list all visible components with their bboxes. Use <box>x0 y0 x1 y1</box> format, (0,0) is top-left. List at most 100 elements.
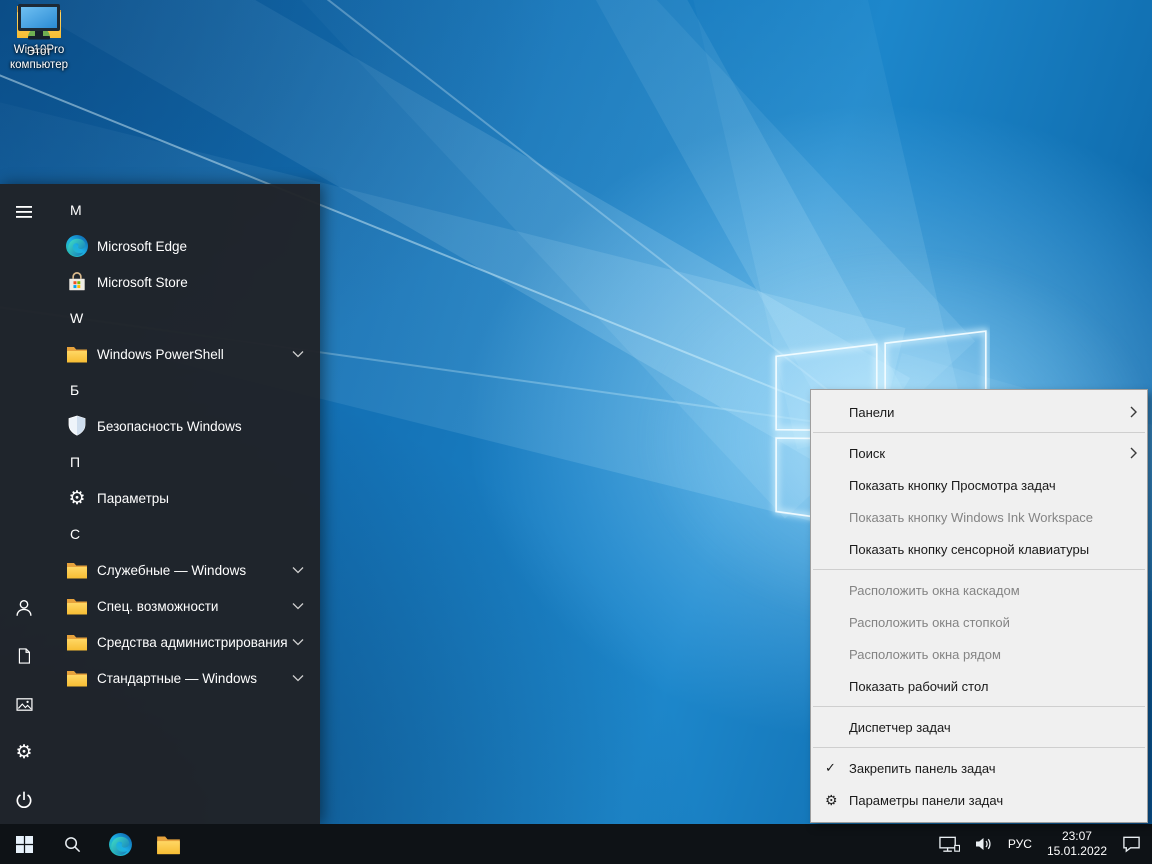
folder-icon <box>65 594 89 618</box>
start-menu: ⚙ М Microsoft Edge <box>0 184 320 824</box>
start-folder-accessories[interactable]: Стандартные — Windows <box>48 660 320 696</box>
store-bag-icon <box>65 270 89 294</box>
user-icon <box>13 597 35 619</box>
light-ray <box>653 0 963 449</box>
app-label: Средства администрирования W… <box>97 635 290 650</box>
power-button[interactable] <box>0 776 48 824</box>
start-app-microsoft-store[interactable]: Microsoft Store <box>48 264 320 300</box>
menu-item-label: Панели <box>849 405 1135 420</box>
chevron-down-icon[interactable] <box>290 566 306 574</box>
shield-icon <box>65 414 89 438</box>
menu-item-taskbar-settings[interactable]: ⚙ Параметры панели задач <box>811 784 1147 816</box>
app-label: Microsoft Store <box>97 275 308 290</box>
start-folder-admin-tools[interactable]: Средства администрирования W… <box>48 624 320 660</box>
menu-separator <box>813 747 1145 748</box>
menu-separator <box>813 569 1145 570</box>
folder-icon <box>65 666 89 690</box>
settings-gear-icon: ⚙ <box>15 743 32 762</box>
start-folder-windows-powershell[interactable]: Windows PowerShell <box>48 336 320 372</box>
system-tray: РУС 23:07 15.01.2022 <box>932 824 1152 864</box>
desktop: Win10Pro Этот компьютер <box>0 0 1152 864</box>
chevron-down-icon[interactable] <box>290 638 306 646</box>
edge-icon <box>108 832 133 857</box>
windows-logo-icon <box>16 836 33 853</box>
app-label: Спец. возможности <box>97 599 290 614</box>
menu-item-cascade-windows: Расположить окна каскадом <box>811 574 1147 606</box>
start-section-letter-m[interactable]: М <box>48 192 320 228</box>
clock[interactable]: 23:07 15.01.2022 <box>1039 824 1115 864</box>
menu-item-label: Показать кнопку Просмотра задач <box>849 478 1135 493</box>
section-letter: М <box>70 202 82 218</box>
taskbar-context-menu: Панели Поиск Показать кнопку Просмотра з… <box>810 389 1148 823</box>
start-section-letter-w[interactable]: W <box>48 300 320 336</box>
settings-button[interactable]: ⚙ <box>0 728 48 776</box>
menu-item-label: Расположить окна стопкой <box>849 615 1135 630</box>
desktop-icon-label: Этот компьютер <box>0 46 78 72</box>
gear-icon: ⚙ <box>65 486 89 510</box>
start-app-microsoft-edge[interactable]: Microsoft Edge <box>48 228 320 264</box>
network-monitor-icon <box>939 836 960 853</box>
menu-item-label: Диспетчер задач <box>849 720 1135 735</box>
app-label: Параметры <box>97 491 308 506</box>
action-center-button[interactable] <box>1115 824 1148 864</box>
start-app-list: М Microsoft Edge <box>48 184 320 824</box>
section-letter: Б <box>70 382 79 398</box>
start-section-letter-b[interactable]: Б <box>48 372 320 408</box>
menu-item-side-by-side-windows: Расположить окна рядом <box>811 638 1147 670</box>
folder-icon <box>65 630 89 654</box>
menu-item-task-manager[interactable]: Диспетчер задач <box>811 711 1147 743</box>
chevron-down-icon[interactable] <box>290 674 306 682</box>
documents-button[interactable] <box>0 632 48 680</box>
speaker-icon <box>974 836 994 852</box>
expand-menu-button[interactable] <box>0 188 48 236</box>
chevron-down-icon[interactable] <box>290 602 306 610</box>
folder-icon <box>156 834 181 855</box>
menu-item-toolbars[interactable]: Панели <box>811 396 1147 428</box>
menu-item-stack-windows: Расположить окна стопкой <box>811 606 1147 638</box>
menu-item-label: Расположить окна рядом <box>849 647 1135 662</box>
start-app-windows-security[interactable]: Безопасность Windows <box>48 408 320 444</box>
menu-separator <box>813 706 1145 707</box>
menu-item-label: Показать кнопку Windows Ink Workspace <box>849 510 1135 525</box>
checkmark-icon: ✓ <box>825 760 849 776</box>
menu-item-search[interactable]: Поиск <box>811 437 1147 469</box>
desktop-icon-this-pc[interactable]: Этот компьютер <box>0 0 78 72</box>
submenu-arrow-icon <box>1130 406 1137 421</box>
language-indicator[interactable]: РУС <box>1001 824 1039 864</box>
chevron-down-icon[interactable] <box>290 350 306 358</box>
user-account-button[interactable] <box>0 584 48 632</box>
search-button[interactable] <box>48 824 96 864</box>
menu-item-lock-taskbar[interactable]: ✓ Закрепить панель задач <box>811 752 1147 784</box>
start-folder-system-windows[interactable]: Служебные — Windows <box>48 552 320 588</box>
start-section-letter-p[interactable]: П <box>48 444 320 480</box>
menu-item-label: Параметры панели задач <box>849 793 1135 808</box>
edge-icon <box>65 234 89 258</box>
network-tray-button[interactable] <box>932 824 967 864</box>
taskbar: РУС 23:07 15.01.2022 <box>0 824 1152 864</box>
menu-item-show-ink-workspace-button: Показать кнопку Windows Ink Workspace <box>811 501 1147 533</box>
language-label: РУС <box>1008 837 1032 851</box>
folder-icon <box>65 342 89 366</box>
menu-item-label: Поиск <box>849 446 1135 461</box>
start-folder-accessibility[interactable]: Спец. возможности <box>48 588 320 624</box>
pictures-icon <box>14 694 35 715</box>
app-label: Служебные — Windows <box>97 563 290 578</box>
menu-item-show-task-view-button[interactable]: Показать кнопку Просмотра задач <box>811 469 1147 501</box>
start-app-settings[interactable]: ⚙ Параметры <box>48 480 320 516</box>
volume-tray-button[interactable] <box>967 824 1001 864</box>
menu-item-show-touch-keyboard-button[interactable]: Показать кнопку сенсорной клавиатуры <box>811 533 1147 565</box>
menu-item-show-desktop[interactable]: Показать рабочий стол <box>811 670 1147 702</box>
start-section-letter-s[interactable]: С <box>48 516 320 552</box>
menu-item-label: Расположить окна каскадом <box>849 583 1135 598</box>
file-explorer-button[interactable] <box>144 824 192 864</box>
rail-spacer <box>0 236 48 584</box>
gear-icon: ⚙ <box>825 793 849 807</box>
light-ray <box>409 0 915 449</box>
search-icon <box>63 835 82 854</box>
app-label: Windows PowerShell <box>97 347 290 362</box>
folder-icon <box>65 558 89 582</box>
date-label: 15.01.2022 <box>1047 844 1107 859</box>
edge-taskbar-button[interactable] <box>96 824 144 864</box>
pictures-button[interactable] <box>0 680 48 728</box>
start-button[interactable] <box>0 824 48 864</box>
